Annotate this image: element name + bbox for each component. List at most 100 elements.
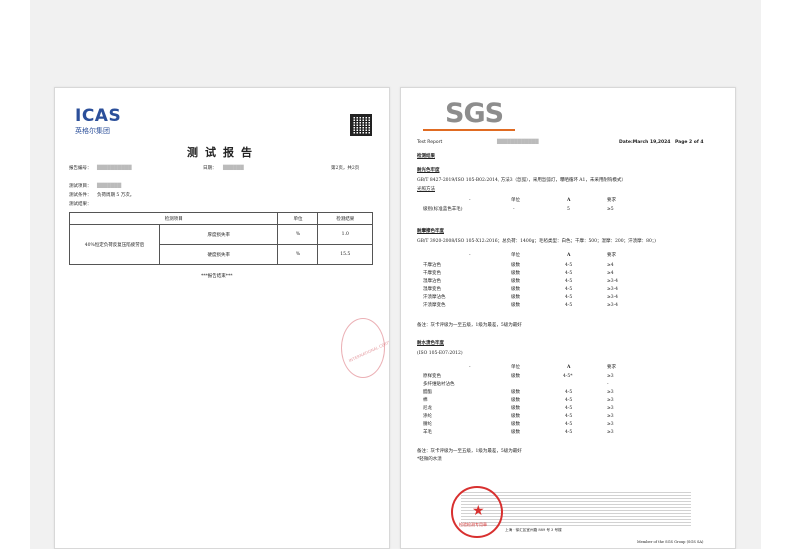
col-header: 要求: [607, 253, 616, 258]
table-cell: 1.0: [317, 224, 373, 245]
table-cell: 级数: [511, 398, 520, 403]
table-cell: %: [277, 224, 319, 245]
footer-address: 上海 · 徐汇区宜州路 889 号 3 号楼: [505, 528, 562, 532]
table-cell: 4-5: [565, 390, 573, 395]
col-header: 要求: [607, 365, 616, 370]
col-header: 单位: [511, 365, 520, 370]
table-cell: 级数: [511, 279, 520, 284]
table-cell: 棉: [423, 398, 428, 403]
test-condition-value: 负荷周期 5 万次。: [97, 193, 135, 198]
col-header: 单位: [511, 198, 520, 203]
table-header: 单位: [277, 212, 319, 225]
test-condition-label: 测试条件：: [69, 193, 92, 198]
col-header: 单位: [511, 253, 520, 258]
section-title: 耐光色牢度: [417, 168, 440, 173]
table-row: 40%恒定负荷反复压陷疲劳后 厚度损失率 % 1.0: [69, 224, 373, 265]
table-cell: 原样变色: [423, 374, 441, 379]
table-cell: 级数: [511, 263, 520, 268]
table-cell: ≥3: [607, 430, 614, 435]
table-cell: ≥3: [607, 374, 614, 379]
company-seal-icon: INTERNATIONAL CERTIFICATION: [341, 318, 389, 378]
col-header: A: [567, 198, 571, 203]
seal-text: INTERNATIONAL CERTIFICATION: [347, 331, 390, 364]
table-cell: 级数: [511, 422, 520, 427]
table-cell: 4-5: [565, 263, 573, 268]
table-cell: ≥3: [607, 414, 614, 419]
table-cell: 涤纶: [423, 414, 432, 419]
table-cell: ≥3-4: [607, 295, 619, 300]
sgs-logo: SGS: [445, 98, 504, 129]
table-cell: 汗渍摩变色: [423, 303, 446, 308]
col-header: -: [469, 198, 471, 203]
date-label: 日期：: [203, 166, 217, 171]
table-cell: 多纤维贴衬沾色: [423, 382, 455, 387]
table-cell: 4-5: [565, 303, 573, 308]
table-cell: 级数: [511, 303, 520, 308]
col-header: -: [469, 253, 471, 258]
table-cell: 湿摩变色: [423, 287, 441, 292]
date-value: ██████: [223, 166, 244, 171]
section-note: 备注：灰卡评级为一至五级，1级为最差，5级为最好: [417, 323, 522, 328]
table-cell: ≥3: [607, 398, 614, 403]
table-cell: 羊毛: [423, 430, 432, 435]
table-cell: 4-5: [565, 287, 573, 292]
report-number-label: 报告编号：: [69, 166, 92, 171]
table-cell: 硬度损失率: [158, 244, 279, 265]
table-cell: 4-5*: [563, 374, 573, 379]
table-cell: 级数: [511, 374, 520, 379]
table-cell: 湿摩沾色: [423, 279, 441, 284]
table-cell: ≥3-4: [607, 303, 619, 308]
section-method: GB/T 3920-2008/ISO 105-X12:2016；总负荷：1400…: [417, 239, 656, 244]
qr-code-icon: [350, 114, 372, 136]
star-icon: ★: [472, 503, 485, 519]
table-cell: 级数: [511, 271, 520, 276]
table-cell: 干摩变色: [423, 271, 441, 276]
col-header: A: [567, 253, 571, 258]
table-cell: ≥4: [607, 263, 614, 268]
header-date: Date:March 19,2024: [619, 140, 671, 145]
table-cell: 5: [567, 207, 570, 212]
table-cell: 级数: [511, 406, 520, 411]
header-report-number: ████████████: [497, 140, 539, 145]
page-info: 第2页，共2页: [331, 166, 360, 171]
col-header: A: [567, 365, 571, 370]
seal-text: 检验检测专用章: [459, 522, 487, 527]
test-result-label: 测试结果：: [69, 202, 92, 207]
table-cell: 4-5: [565, 271, 573, 276]
icas-report-page: ICAS 英格尔集团 测试报告 报告编号： ██████████ 日期： ███…: [54, 87, 390, 549]
table-cell: 醋酯: [423, 390, 432, 395]
table-header: 检测项目: [68, 212, 279, 225]
table-cell: 厚度损失率: [158, 224, 279, 245]
table-cell: -: [607, 382, 609, 387]
table-cell: ≥3: [607, 422, 614, 427]
report-title: 测试报告: [187, 146, 259, 159]
sgs-logo-underline: [423, 129, 515, 131]
table-cell: 级数: [511, 414, 520, 419]
report-number-value: ██████████: [97, 166, 132, 171]
table-cell: 级别(标准蓝色羊毛): [423, 207, 463, 212]
table-cell: 级数: [511, 430, 520, 435]
results-table: 检测项目 单位 检测结果 40%恒定负荷反复压陷疲劳后 厚度损失率 % 1.0 …: [68, 212, 373, 265]
icas-logo: ICAS: [75, 106, 122, 126]
table-cell: ≥4: [607, 271, 614, 276]
table-cell: 级数: [511, 295, 520, 300]
section-subtitle: 光照方法: [417, 187, 435, 192]
footer-member: Member of the SGS Group (SGS SA): [637, 540, 704, 544]
table-cell: ≥3-4: [607, 287, 619, 292]
table-cell: 汗渍摩沾色: [423, 295, 446, 300]
table-cell: 4-5: [565, 406, 573, 411]
table-cell: %: [277, 244, 319, 265]
table-header: 检测结果: [317, 212, 373, 225]
header-label: Test Report: [417, 140, 443, 145]
test-item-label: 测试项目：: [69, 184, 92, 189]
section-method: (ISO 105-E07:2012): [417, 351, 463, 356]
table-cell: 15.5: [317, 244, 373, 265]
table-cell: 4-5: [565, 430, 573, 435]
table-group-cell: 40%恒定负荷反复压陷疲劳后: [69, 224, 160, 265]
icas-logo-subtitle: 英格尔集团: [75, 127, 110, 135]
table-cell: 4-5: [565, 279, 573, 284]
header-page: Page 2 of 4: [675, 140, 704, 145]
section-note: 备注：灰卡评级为一至五级，1级为最差，5级为最好: [417, 449, 522, 454]
table-cell: ≥3: [607, 406, 614, 411]
result-title: 检测结果: [417, 154, 435, 159]
